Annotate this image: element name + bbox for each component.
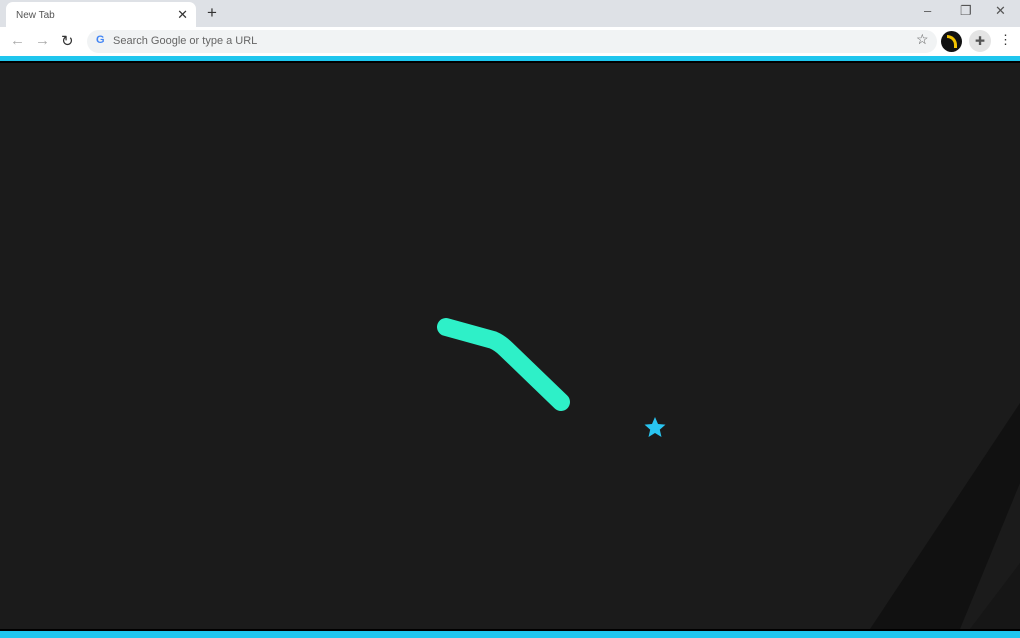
snake bbox=[446, 327, 561, 402]
google-icon: G bbox=[96, 34, 105, 46]
minimize-button[interactable]: – bbox=[924, 3, 931, 18]
address-bar[interactable]: G Search Google or type a URL bbox=[87, 30, 937, 53]
tab-strip: New Tab ✕ + – ❐ ✕ bbox=[0, 0, 1020, 27]
tab-title: New Tab bbox=[16, 10, 55, 21]
address-placeholder: Search Google or type a URL bbox=[113, 35, 257, 47]
menu-icon[interactable]: ⋮ bbox=[999, 32, 1012, 48]
close-tab-icon[interactable]: ✕ bbox=[177, 7, 188, 23]
tab-new-tab[interactable]: New Tab ✕ bbox=[6, 2, 196, 27]
bookmark-star-icon[interactable]: ☆ bbox=[916, 31, 929, 48]
toolbar: ← → ↻ G Search Google or type a URL ☆ ✚ … bbox=[0, 27, 1020, 56]
forward-button[interactable]: → bbox=[35, 32, 50, 49]
star-food-icon bbox=[645, 417, 666, 437]
game-canvas[interactable] bbox=[0, 63, 1020, 629]
close-window-button[interactable]: ✕ bbox=[995, 3, 1006, 19]
back-button[interactable]: ← bbox=[10, 32, 25, 49]
reload-button[interactable]: ↻ bbox=[61, 32, 74, 50]
new-tab-button[interactable]: + bbox=[207, 3, 217, 23]
bottom-border bbox=[0, 629, 1020, 638]
extension-avatar-icon[interactable] bbox=[941, 31, 962, 52]
top-border bbox=[0, 56, 1020, 63]
restore-button[interactable]: ❐ bbox=[960, 3, 972, 19]
extensions-puzzle-icon[interactable]: ✚ bbox=[969, 30, 991, 52]
